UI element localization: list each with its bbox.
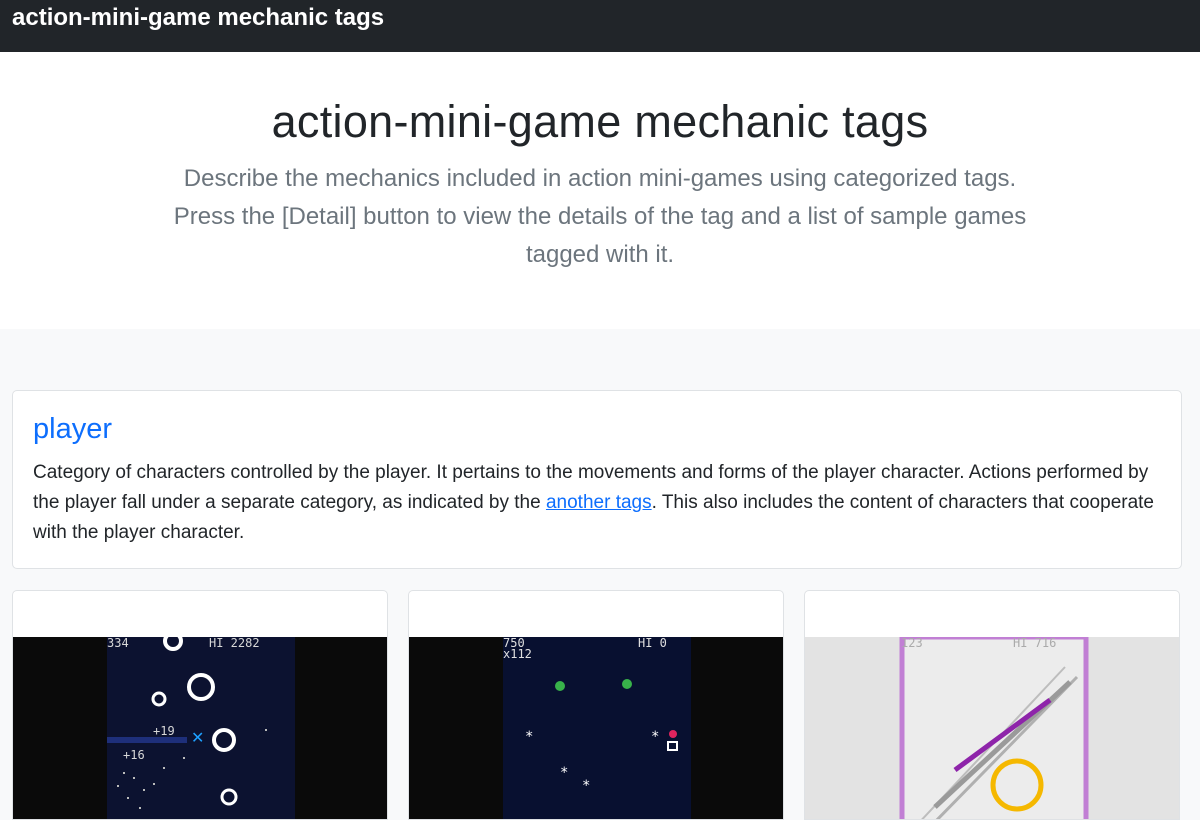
svg-text:*: *	[525, 729, 533, 745]
game-card-header	[13, 591, 387, 637]
category-title[interactable]: player	[33, 413, 1161, 446]
game-hi-score: HI 716	[1013, 637, 1056, 650]
game-card[interactable]: 123 HI 716	[804, 590, 1180, 820]
enemy-icon	[555, 681, 565, 691]
game-list: 334 HI 2282 ✕ +19 +16 750 x112 HI 0 * * …	[12, 590, 1188, 820]
another-tags-link[interactable]: another tags	[546, 492, 652, 513]
game-screenshot[interactable]: 334 HI 2282 ✕ +19 +16	[13, 637, 388, 820]
svg-text:*: *	[582, 778, 590, 794]
svg-text:*: *	[560, 765, 568, 781]
game-score: 123	[901, 637, 923, 650]
score-popup: +19	[153, 724, 175, 738]
page-lead: Describe the mechanics included in actio…	[173, 165, 1027, 268]
main-content: player Category of characters controlled…	[0, 329, 1200, 820]
game-card[interactable]: 334 HI 2282 ✕ +19 +16	[12, 590, 388, 820]
navbar-brand[interactable]: action-mini-game mechanic tags	[12, 4, 384, 32]
game-card-header	[805, 591, 1179, 637]
player-trail	[107, 737, 187, 743]
game-score: 334	[107, 637, 129, 650]
score-popup: +16	[123, 748, 145, 762]
game-hi-score: HI 0	[638, 637, 667, 650]
navbar: action-mini-game mechanic tags	[0, 0, 1200, 52]
player-icon: ✕	[191, 730, 204, 747]
hero-section: action-mini-game mechanic tags Describe …	[0, 52, 1200, 329]
page-title: action-mini-game mechanic tags	[271, 96, 929, 147]
svg-text:*: *	[651, 729, 659, 745]
game-screenshot[interactable]: 123 HI 716	[805, 637, 1180, 820]
game-multiplier: x112	[503, 647, 532, 661]
game-screenshot[interactable]: 750 x112 HI 0 * * **	[409, 637, 784, 820]
game-hi-score: HI 2282	[209, 637, 260, 650]
player-icon	[669, 730, 677, 738]
category-description: Category of characters controlled by the…	[33, 458, 1161, 548]
enemy-icon	[622, 679, 632, 689]
game-card-header	[409, 591, 783, 637]
game-card[interactable]: 750 x112 HI 0 * * * *	[408, 590, 784, 820]
category-card-player: player Category of characters controlled…	[12, 390, 1182, 569]
